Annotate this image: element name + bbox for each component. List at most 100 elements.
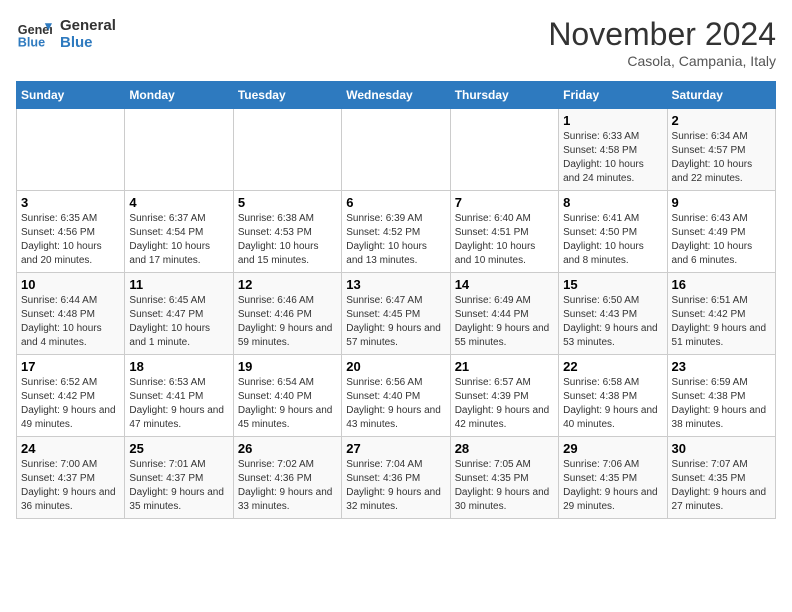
day-number: 19 (238, 359, 337, 374)
calendar-cell: 12Sunrise: 6:46 AM Sunset: 4:46 PM Dayli… (233, 273, 341, 355)
logo-general: General (60, 17, 116, 34)
day-info: Sunrise: 7:01 AM Sunset: 4:37 PM Dayligh… (129, 458, 228, 514)
day-info: Sunrise: 6:41 AM Sunset: 4:50 PM Dayligh… (563, 212, 662, 268)
day-number: 12 (238, 277, 337, 292)
day-number: 28 (455, 441, 554, 456)
calendar-week-row: 10 Sunrise: 6:44 AM Sunset: 4:48 PM Dayli… (17, 273, 776, 355)
day-info: Sunrise: 7:02 AM Sunset: 4:36 PM Dayligh… (238, 458, 337, 514)
calendar-cell: 11 Sunrise: 6:45 AM Sunset: 4:47 PM Dayli… (125, 273, 233, 355)
day-info: Sunrise: 6:38 AM Sunset: 4:53 PM Dayligh… (238, 212, 337, 268)
day-info: Sunrise: 6:39 AM Sunset: 4:52 PM Dayligh… (346, 212, 445, 268)
day-info: Sunrise: 6:51 AM Sunset: 4:42 PM Dayligh… (672, 294, 771, 350)
day-number: 22 (563, 359, 662, 374)
calendar-cell: 5 Sunrise: 6:38 AM Sunset: 4:53 PM Daylig… (233, 191, 341, 273)
calendar-cell: 28 Sunrise: 7:05 AM Sunset: 4:35 PM Dayli… (450, 437, 558, 519)
day-info: Sunrise: 7:04 AM Sunset: 4:36 PM Dayligh… (346, 458, 445, 514)
logo: General Blue General Blue (16, 16, 116, 52)
day-number: 16 (672, 277, 771, 292)
location-subtitle: Casola, Campania, Italy (548, 53, 776, 69)
day-number: 26 (238, 441, 337, 456)
day-info: Sunrise: 6:52 AM Sunset: 4:42 PM Dayligh… (21, 376, 120, 432)
day-info: Sunrise: 6:43 AM Sunset: 4:49 PM Dayligh… (672, 212, 771, 268)
day-number: 25 (129, 441, 228, 456)
logo-blue: Blue (60, 34, 116, 51)
weekday-header: Saturday (667, 82, 775, 109)
weekday-header: Sunday (17, 82, 125, 109)
calendar-cell: 18 Sunrise: 6:53 AM Sunset: 4:41 PM Dayli… (125, 355, 233, 437)
day-info: Sunrise: 6:59 AM Sunset: 4:38 PM Dayligh… (672, 376, 771, 432)
calendar-cell: 1Sunrise: 6:33 AM Sunset: 4:58 PM Daylig… (559, 109, 667, 191)
calendar-cell: 22Sunrise: 6:58 AM Sunset: 4:38 PM Dayli… (559, 355, 667, 437)
calendar-cell: 24Sunrise: 7:00 AM Sunset: 4:37 PM Dayli… (17, 437, 125, 519)
day-info: Sunrise: 6:56 AM Sunset: 4:40 PM Dayligh… (346, 376, 445, 432)
day-number: 29 (563, 441, 662, 456)
day-number: 10 (21, 277, 120, 292)
calendar-cell (342, 109, 450, 191)
calendar-cell (233, 109, 341, 191)
day-info: Sunrise: 6:45 AM Sunset: 4:47 PM Dayligh… (129, 294, 228, 350)
calendar-cell: 23 Sunrise: 6:59 AM Sunset: 4:38 PM Dayli… (667, 355, 775, 437)
calendar-cell: 8 Sunrise: 6:41 AM Sunset: 4:50 PM Daylig… (559, 191, 667, 273)
day-number: 20 (346, 359, 445, 374)
day-number: 5 (238, 195, 337, 210)
calendar-cell: 30 Sunrise: 7:07 AM Sunset: 4:35 PM Dayli… (667, 437, 775, 519)
day-number: 27 (346, 441, 445, 456)
day-number: 7 (455, 195, 554, 210)
calendar-cell: 15 Sunrise: 6:50 AM Sunset: 4:43 PM Dayli… (559, 273, 667, 355)
calendar-cell: 16 Sunrise: 6:51 AM Sunset: 4:42 PM Dayli… (667, 273, 775, 355)
day-info: Sunrise: 7:05 AM Sunset: 4:35 PM Dayligh… (455, 458, 554, 514)
day-number: 18 (129, 359, 228, 374)
calendar-cell: 3Sunrise: 6:35 AM Sunset: 4:56 PM Daylig… (17, 191, 125, 273)
calendar-cell: 6 Sunrise: 6:39 AM Sunset: 4:52 PM Daylig… (342, 191, 450, 273)
weekday-header: Thursday (450, 82, 558, 109)
day-number: 13 (346, 277, 445, 292)
calendar-cell: 7Sunrise: 6:40 AM Sunset: 4:51 PM Daylig… (450, 191, 558, 273)
day-number: 15 (563, 277, 662, 292)
weekday-header: Friday (559, 82, 667, 109)
calendar-cell: 9Sunrise: 6:43 AM Sunset: 4:49 PM Daylig… (667, 191, 775, 273)
day-info: Sunrise: 6:35 AM Sunset: 4:56 PM Dayligh… (21, 212, 120, 268)
weekday-header: Wednesday (342, 82, 450, 109)
svg-text:Blue: Blue (18, 36, 45, 50)
day-info: Sunrise: 6:37 AM Sunset: 4:54 PM Dayligh… (129, 212, 228, 268)
day-info: Sunrise: 6:53 AM Sunset: 4:41 PM Dayligh… (129, 376, 228, 432)
day-number: 23 (672, 359, 771, 374)
calendar-week-row: 1Sunrise: 6:33 AM Sunset: 4:58 PM Daylig… (17, 109, 776, 191)
day-info: Sunrise: 6:49 AM Sunset: 4:44 PM Dayligh… (455, 294, 554, 350)
day-info: Sunrise: 6:47 AM Sunset: 4:45 PM Dayligh… (346, 294, 445, 350)
month-title: November 2024 (548, 16, 776, 53)
page-header: General Blue General Blue November 2024 … (16, 16, 776, 69)
logo-icon: General Blue (16, 16, 52, 52)
day-number: 1 (563, 113, 662, 128)
day-number: 17 (21, 359, 120, 374)
calendar-cell: 13 Sunrise: 6:47 AM Sunset: 4:45 PM Dayli… (342, 273, 450, 355)
day-info: Sunrise: 6:50 AM Sunset: 4:43 PM Dayligh… (563, 294, 662, 350)
day-number: 24 (21, 441, 120, 456)
day-number: 6 (346, 195, 445, 210)
day-info: Sunrise: 6:54 AM Sunset: 4:40 PM Dayligh… (238, 376, 337, 432)
day-number: 14 (455, 277, 554, 292)
day-info: Sunrise: 6:34 AM Sunset: 4:57 PM Dayligh… (672, 130, 771, 186)
day-number: 30 (672, 441, 771, 456)
day-info: Sunrise: 7:06 AM Sunset: 4:35 PM Dayligh… (563, 458, 662, 514)
day-info: Sunrise: 6:57 AM Sunset: 4:39 PM Dayligh… (455, 376, 554, 432)
day-info: Sunrise: 7:07 AM Sunset: 4:35 PM Dayligh… (672, 458, 771, 514)
day-info: Sunrise: 6:44 AM Sunset: 4:48 PM Dayligh… (21, 294, 120, 350)
day-number: 2 (672, 113, 771, 128)
calendar-cell: 29 Sunrise: 7:06 AM Sunset: 4:35 PM Dayli… (559, 437, 667, 519)
calendar-cell (125, 109, 233, 191)
calendar-cell: 20 Sunrise: 6:56 AM Sunset: 4:40 PM Dayli… (342, 355, 450, 437)
calendar-cell (17, 109, 125, 191)
calendar-cell: 26 Sunrise: 7:02 AM Sunset: 4:36 PM Dayli… (233, 437, 341, 519)
calendar-cell: 21Sunrise: 6:57 AM Sunset: 4:39 PM Dayli… (450, 355, 558, 437)
calendar-week-row: 3Sunrise: 6:35 AM Sunset: 4:56 PM Daylig… (17, 191, 776, 273)
calendar-week-row: 24Sunrise: 7:00 AM Sunset: 4:37 PM Dayli… (17, 437, 776, 519)
calendar-cell: 4 Sunrise: 6:37 AM Sunset: 4:54 PM Daylig… (125, 191, 233, 273)
weekday-header: Tuesday (233, 82, 341, 109)
calendar-cell: 14 Sunrise: 6:49 AM Sunset: 4:44 PM Dayli… (450, 273, 558, 355)
day-number: 4 (129, 195, 228, 210)
calendar-cell (450, 109, 558, 191)
calendar-cell: 25 Sunrise: 7:01 AM Sunset: 4:37 PM Dayli… (125, 437, 233, 519)
day-number: 8 (563, 195, 662, 210)
day-number: 11 (129, 277, 228, 292)
